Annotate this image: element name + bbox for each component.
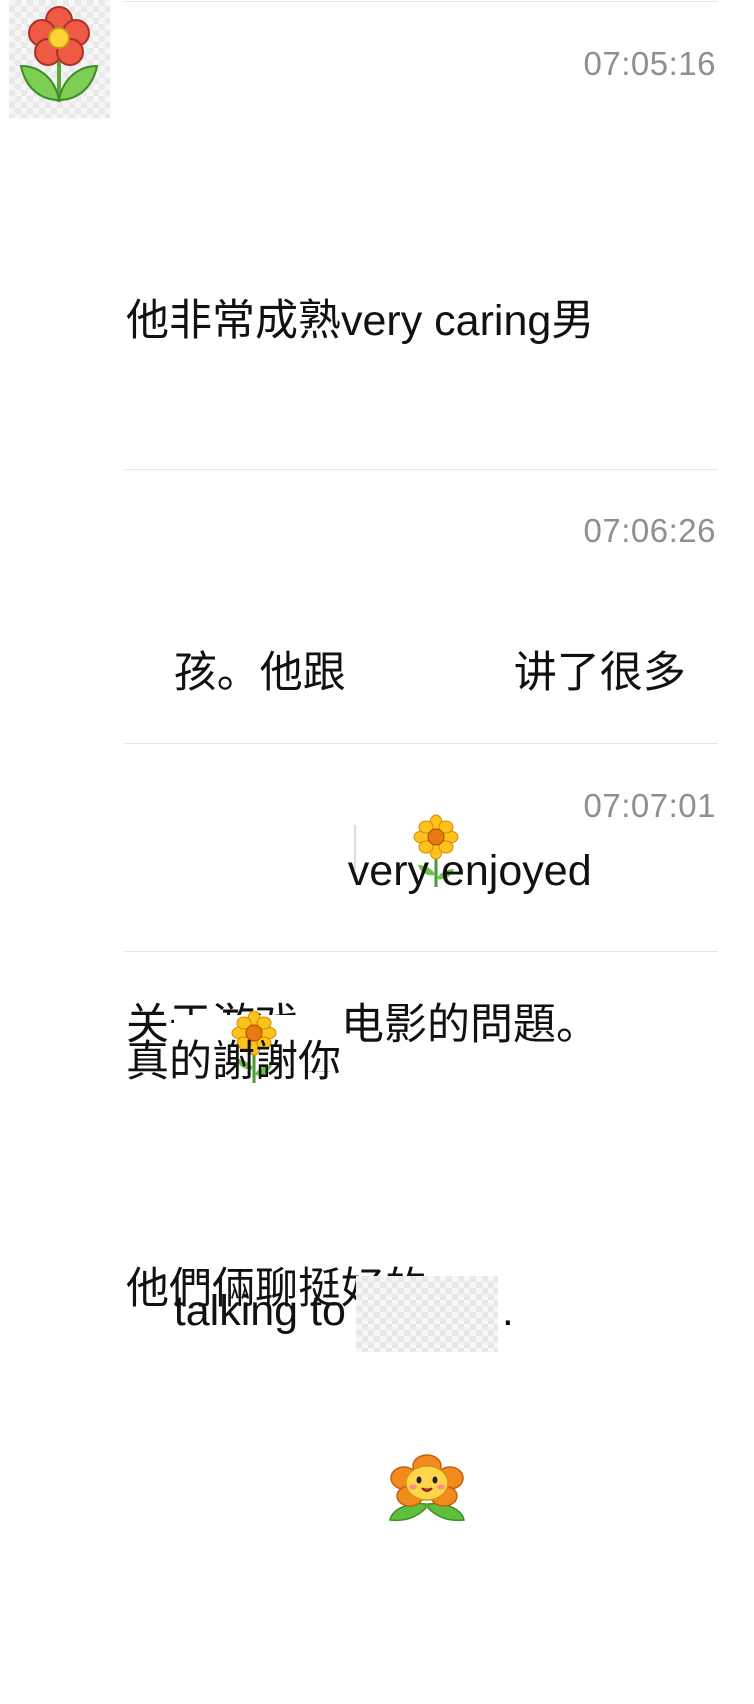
divider — [124, 951, 718, 952]
message-timestamp: 07:06:26 — [583, 512, 716, 549]
message-timestamp: 07:05:16 — [583, 45, 716, 82]
avatar[interactable] — [9, 0, 110, 118]
message-fragment: talking to — [173, 1287, 346, 1335]
message-line: 真的謝謝你 — [126, 1038, 341, 1086]
red-flower-icon — [19, 6, 99, 102]
divider — [124, 743, 718, 744]
divider — [124, 469, 718, 470]
message-timestamp: 07:07:01 — [583, 787, 716, 824]
message-text: 真的謝謝你 — [126, 842, 726, 1194]
message-line: 他非常成熟very caring男 — [126, 297, 595, 345]
divider-top — [124, 1, 718, 2]
smiling-orange-flower-sticker-icon — [355, 1275, 498, 1521]
message-fragment: . — [501, 1287, 514, 1335]
message-line: talking to . — [126, 1179, 726, 1521]
